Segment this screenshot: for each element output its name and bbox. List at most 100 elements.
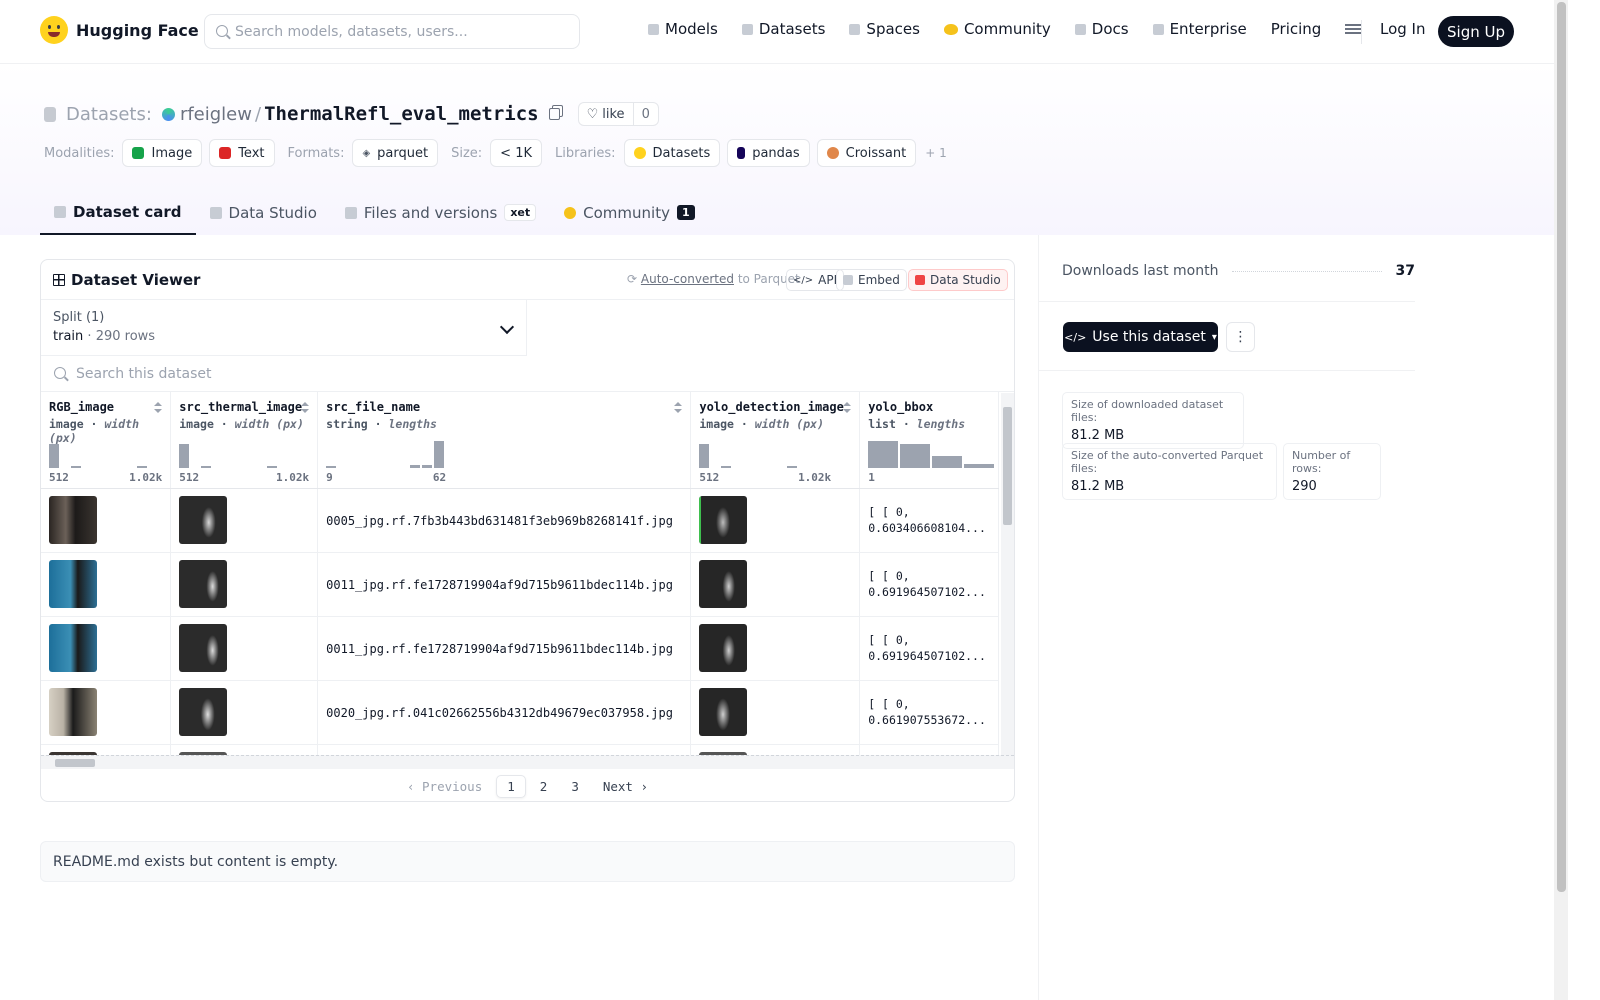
page-3-button[interactable]: 3 (561, 776, 589, 797)
more-options-button[interactable]: ⋮ (1226, 322, 1255, 352)
detection-thumbnail[interactable] (699, 688, 748, 736)
data-table-wrap: RGB_image image · width (px) 512 1.02k src_… (41, 392, 999, 755)
detection-image-cell[interactable] (690, 488, 861, 553)
table-row[interactable] (41, 744, 999, 755)
rgb-thumbnail[interactable] (49, 688, 97, 736)
nav-community[interactable]: Community (943, 20, 1051, 38)
tab-community[interactable]: Community 1 (550, 190, 708, 235)
sort-icon[interactable] (843, 402, 852, 414)
thermal-thumbnail[interactable] (179, 624, 228, 672)
rgb-thumbnail[interactable] (49, 560, 97, 608)
rgb-image-cell[interactable] (41, 744, 172, 755)
detection-image-cell[interactable] (690, 552, 861, 617)
tag-text[interactable]: Text (209, 139, 275, 167)
rgb-thumbnail[interactable] (49, 496, 97, 544)
thermal-image-cell[interactable] (170, 680, 319, 745)
rgb-thumbnail[interactable] (49, 624, 97, 672)
tab-dataset-card[interactable]: Dataset card (40, 190, 196, 235)
detection-thumbnail[interactable] (699, 496, 748, 544)
tab-files-and-versions[interactable]: Files and versions xet (331, 190, 550, 235)
repo-name[interactable]: ThermalRefl_eval_metrics (264, 103, 539, 125)
use-this-dataset-button[interactable]: </> Use this dataset ▾ (1063, 322, 1218, 352)
nav-models[interactable]: Models (648, 20, 718, 38)
table-horizontal-scrollbar[interactable] (41, 755, 1014, 769)
more-menu-icon[interactable] (1345, 24, 1362, 34)
embed-button[interactable]: Embed (836, 269, 907, 291)
nav-pricing-label: Pricing (1270, 20, 1322, 38)
table-icon (209, 206, 222, 219)
tag-image[interactable]: Image (122, 139, 203, 167)
image-icon (132, 147, 145, 159)
brand-logo[interactable]: Hugging Face (40, 16, 199, 44)
nav-enterprise[interactable]: Enterprise (1152, 20, 1247, 38)
thermal-image-cell[interactable] (170, 616, 319, 681)
detection-image-cell[interactable] (690, 616, 861, 681)
search-placeholder: Search models, datasets, users... (235, 23, 468, 40)
column-name: src_thermal_image (179, 400, 303, 414)
sort-icon[interactable] (301, 402, 310, 414)
split-selector[interactable]: Split (1) train · 290 rows (41, 300, 527, 356)
page-1-button[interactable]: 1 (496, 774, 526, 798)
thermal-thumbnail[interactable] (179, 496, 228, 544)
tag-croissant[interactable]: Croissant (816, 139, 917, 167)
like-button[interactable]: ♡ like 0 (577, 102, 659, 126)
rgb-image-cell[interactable] (41, 488, 172, 553)
repo-type-label[interactable]: Datasets: (66, 104, 152, 125)
tag-pandas[interactable]: pandas (727, 139, 810, 167)
dataset-search-input[interactable]: Search this dataset (41, 356, 1014, 392)
nav-docs[interactable]: Docs (1074, 20, 1129, 38)
tag-size[interactable]: < 1K (490, 139, 542, 167)
detection-image-cell[interactable] (690, 744, 861, 755)
tag-datasets[interactable]: Datasets (623, 139, 721, 167)
table-row[interactable]: 0005_jpg.rf.7fb3b443bd631481f3eb969b8268… (41, 488, 999, 553)
previous-page-button[interactable]: ‹ Previous (397, 776, 492, 797)
histogram-range: 512 1.02k (49, 471, 162, 484)
cube-icon (648, 23, 659, 35)
downloads-sparkline (1232, 270, 1382, 272)
auto-converted-link[interactable]: Auto-converted (641, 272, 734, 286)
page-2-button[interactable]: 2 (530, 776, 558, 797)
more-tags[interactable]: + 1 (925, 146, 947, 160)
table-row[interactable]: 0011_jpg.rf.fe1728719904af9d715b9611bdec… (41, 616, 999, 681)
column-header-rgb-image[interactable]: RGB_image image · width (px) 512 1.02k (41, 392, 172, 489)
detection-thumbnail[interactable] (699, 624, 748, 672)
page-scrollbar[interactable] (1554, 0, 1568, 1000)
scrollbar-thumb[interactable] (1003, 407, 1012, 525)
detection-image-cell[interactable] (690, 680, 861, 745)
copy-icon[interactable] (548, 108, 560, 120)
nav-datasets[interactable]: Datasets (741, 20, 825, 38)
tab-data-studio[interactable]: Data Studio (196, 190, 331, 235)
rgb-image-cell[interactable] (41, 680, 172, 745)
sort-icon[interactable] (154, 402, 163, 414)
thermal-image-cell[interactable] (170, 552, 319, 617)
tag-parquet[interactable]: ◈ parquet (352, 139, 439, 167)
column-header-src-thermal-image[interactable]: src_thermal_image image · width (px) 512 1.… (170, 392, 319, 489)
login-link[interactable]: Log In (1380, 20, 1426, 38)
thermal-thumbnail[interactable] (179, 688, 228, 736)
rgb-image-cell[interactable] (41, 616, 172, 681)
search-input[interactable]: Search models, datasets, users... (204, 14, 580, 49)
next-page-button[interactable]: Next › (593, 776, 658, 797)
like-toggle[interactable]: ♡ like (579, 103, 634, 125)
table-row[interactable]: 0011_jpg.rf.fe1728719904af9d715b9611bdec… (41, 552, 999, 617)
column-header-src-file-name[interactable]: src_file_name string · lengths 9 62 (317, 392, 692, 489)
data-studio-button[interactable]: Data Studio (908, 269, 1008, 291)
scrollbar-thumb[interactable] (55, 759, 95, 767)
detection-thumbnail[interactable] (699, 560, 748, 608)
histogram-bar (49, 443, 59, 468)
table-row[interactable]: 0020_jpg.rf.041c02662556b4312db49679ec03… (41, 680, 999, 745)
thermal-image-cell[interactable] (170, 744, 319, 755)
thermal-thumbnail[interactable] (179, 560, 228, 608)
column-header-yolo-bbox[interactable]: yolo_bbox list · lengths 1 (859, 392, 999, 489)
histogram-bar (964, 463, 995, 468)
table-vertical-scrollbar[interactable] (1001, 393, 1014, 755)
thermal-image-cell[interactable] (170, 488, 319, 553)
repo-owner[interactable]: rfeiglew (180, 104, 252, 125)
scrollbar-thumb[interactable] (1557, 2, 1566, 892)
column-header-yolo-detection-image[interactable]: yolo_detection_image image · width (px) 51… (690, 392, 861, 489)
signup-button[interactable]: Sign Up (1438, 16, 1514, 47)
nav-spaces[interactable]: Spaces (849, 20, 920, 38)
nav-pricing[interactable]: Pricing (1271, 20, 1322, 38)
rgb-image-cell[interactable] (41, 552, 172, 617)
sort-icon[interactable] (674, 402, 683, 414)
